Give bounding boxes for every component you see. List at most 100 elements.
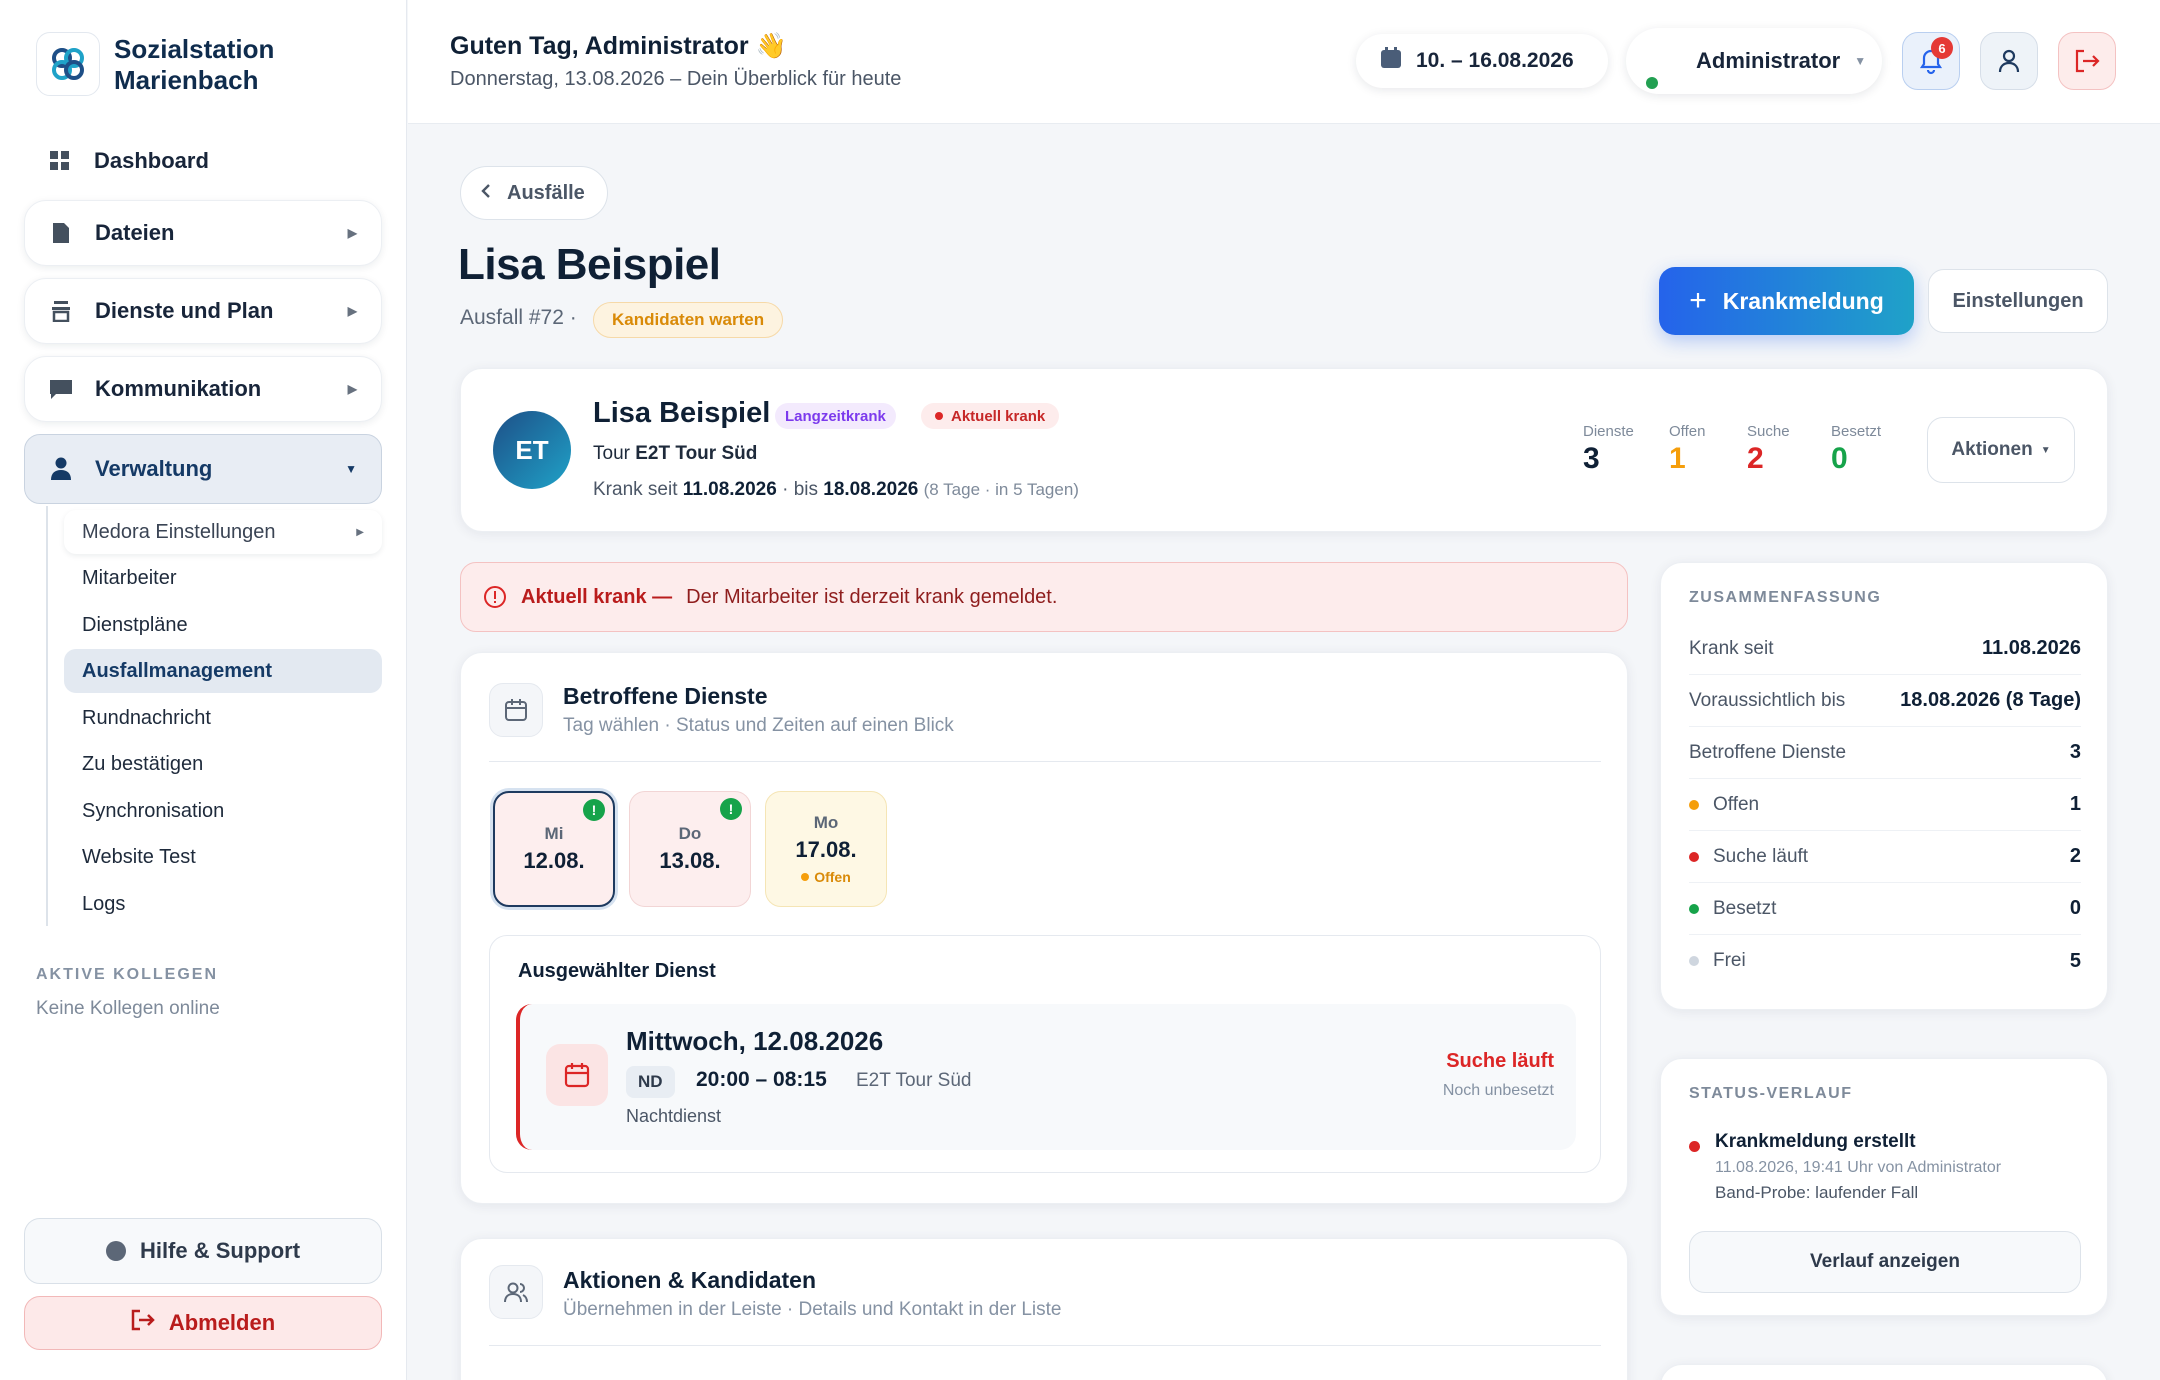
help-icon (105, 1241, 126, 1261)
notifications-button[interactable]: 6 (1902, 32, 1960, 90)
tag-langzeitkrank: Langzeitkrank (775, 403, 896, 429)
logout-icon (131, 1309, 155, 1337)
subnav-label: Rundnachricht (82, 706, 211, 729)
subnav-ausfallmanagement[interactable]: Ausfallmanagement (64, 649, 382, 693)
user-name: Administrator (1696, 48, 1841, 73)
stat-label: Suche (1747, 423, 1790, 440)
krankmeldung-label: Krankmeldung (1722, 287, 1884, 314)
calendar-icon (546, 1044, 608, 1106)
info-icon (484, 586, 506, 608)
day-weekday: Do (678, 824, 702, 843)
stat-offen: Offen 1 (1669, 423, 1705, 476)
day-date: 12.08. (523, 848, 585, 873)
warning-icon: ! (583, 799, 605, 821)
alert-title: Aktuell krank — (521, 585, 673, 608)
krank-note: (8 Tage · in 5 Tagen) (923, 480, 1079, 499)
subnav-dienstplaene[interactable]: Dienstpläne (64, 603, 382, 647)
tag-aktuell-krank: Aktuell krank (921, 403, 1060, 429)
chevron-left-icon (481, 182, 491, 205)
calendar-icon (1380, 47, 1402, 75)
subnav-label: Ausfallmanagement (82, 659, 273, 682)
nav-kommunikation[interactable]: Kommunikation ▶ (24, 356, 382, 422)
help-support-button[interactable]: Hilfe & Support (24, 1218, 382, 1284)
subnav-rundnachricht[interactable]: Rundnachricht (64, 696, 382, 740)
nav-dienste-und-plan[interactable]: Dienste und Plan ▶ (24, 278, 382, 344)
subnav-synchronisation[interactable]: Synchronisation (64, 789, 382, 833)
brand-line-1: Sozialstation (114, 34, 275, 64)
green-dot-icon (1689, 903, 1699, 914)
sick-alert: Aktuell krank — Der Mitarbeiter ist derz… (460, 562, 1628, 632)
summary-row-krank-seit: Krank seit 11.08.2026 (1689, 623, 2081, 675)
shifts-title: Betroffene Dienste (563, 683, 768, 709)
user-menu[interactable]: Administrator ▼ (1626, 28, 1882, 94)
stat-value: 0 (1831, 442, 1848, 475)
stat-label: Besetzt (1831, 423, 1882, 440)
stack-icon (49, 299, 73, 323)
brand-name: Sozialstation Marienbach (114, 34, 274, 96)
topbar: Guten Tag, Administrator 👋 Donnerstag, 1… (408, 0, 2160, 124)
help-label: Hilfe & Support (139, 1238, 301, 1263)
employee-card: ET Lisa Beispiel Langzeitkrank Aktuell k… (460, 368, 2108, 532)
subnav-logs[interactable]: Logs (64, 882, 382, 926)
actions-label: Aktionen (1951, 439, 2033, 460)
date-range-picker[interactable]: 10. – 16.08.2026 (1356, 34, 1608, 88)
affected-shifts-card: Betroffene Dienste Tag wählen · Status u… (460, 652, 1628, 1204)
stat-besetzt: Besetzt 0 (1831, 423, 1881, 476)
subnav-medora-einstellungen[interactable]: Medora Einstellungen ▶ (64, 510, 382, 554)
shift-date: Mittwoch, 12.08.2026 (626, 1026, 884, 1056)
employee-name: Lisa Beispiel (593, 397, 771, 429)
shift-time: 20:00 – 08:15 (696, 1068, 827, 1091)
shift-code-badge: ND (626, 1066, 675, 1098)
stat-value: 2 (1747, 442, 1764, 475)
greeting-subtitle: Donnerstag, 13.08.2026 – Dein Überblick … (450, 68, 902, 90)
file-icon (49, 221, 73, 245)
subnav-guide-line (46, 506, 48, 926)
chevron-right-icon: ▶ (347, 226, 357, 240)
krankmeldung-button[interactable]: + Krankmeldung (1659, 267, 1914, 335)
nav-dateien[interactable]: Dateien ▶ (24, 200, 382, 266)
logout-button[interactable]: Abmelden (24, 1296, 382, 1350)
subnav-website-test[interactable]: Website Test (64, 835, 382, 879)
divider (489, 1345, 1601, 1346)
nav-label: Dashboard (94, 148, 209, 173)
subnav-label: Zu bestätigen (82, 752, 204, 775)
settings-button[interactable]: Einstellungen (1928, 269, 2108, 333)
brand-logo[interactable] (36, 32, 100, 96)
shift-status-sub: Noch unbesetzt (1442, 1082, 1554, 1099)
exit-button[interactable] (2058, 32, 2116, 90)
summary-label: Offen (1713, 793, 1760, 815)
summary-row-voraussichtlich: Voraussichtlich bis 18.08.2026 (8 Tage) (1689, 675, 2081, 727)
actions-dropdown-button[interactable]: Aktionen ▼ (1927, 417, 2075, 483)
summary-label: Betroffene Dienste (1689, 741, 1847, 763)
selected-shift-row[interactable]: Mittwoch, 12.08.2026 ND 20:00 – 08:15 E2… (516, 1004, 1576, 1150)
day-tile-mo[interactable]: Mo 17.08. Offen (765, 791, 887, 907)
summary-value: 11.08.2026 (1982, 637, 2081, 659)
nav-dashboard[interactable]: Dashboard (24, 128, 382, 194)
calendar-icon (489, 683, 543, 737)
krank-until: 18.08.2026 (823, 479, 919, 500)
selected-shift-heading: Ausgewählter Dienst (518, 960, 716, 982)
red-dot-icon (1689, 851, 1699, 862)
summary-row-offen: Offen 1 (1689, 779, 2081, 831)
subnav-zu-bestaetigen[interactable]: Zu bestätigen (64, 742, 382, 786)
profile-button[interactable] (1980, 32, 2038, 90)
users-icon (489, 1265, 543, 1319)
day-tile-do[interactable]: ! Do 13.08. (629, 791, 751, 907)
page-title: Lisa Beispiel (458, 240, 721, 289)
brand-line-2: Marienbach (114, 65, 259, 95)
logo-icon (52, 48, 84, 80)
day-tile-mi[interactable]: ! Mi 12.08. (493, 791, 615, 907)
chevron-right-icon: ▶ (347, 382, 357, 396)
show-history-button[interactable]: Verlauf anzeigen (1689, 1231, 2081, 1293)
grid-icon (48, 149, 72, 173)
back-button[interactable]: Ausfälle (460, 166, 608, 220)
summary-value: 0 (2069, 897, 2081, 919)
subnav-mitarbeiter[interactable]: Mitarbeiter (64, 556, 382, 600)
krank-prefix: Krank seit (593, 479, 683, 500)
next-card-peek (1660, 1364, 2108, 1380)
chevron-down-icon: ▼ (345, 462, 357, 476)
day-weekday: Mo (813, 813, 839, 832)
nav-verwaltung[interactable]: Verwaltung ▼ (24, 434, 382, 504)
logout-label: Abmelden (168, 1310, 276, 1335)
subnav-label: Website Test (82, 845, 196, 868)
